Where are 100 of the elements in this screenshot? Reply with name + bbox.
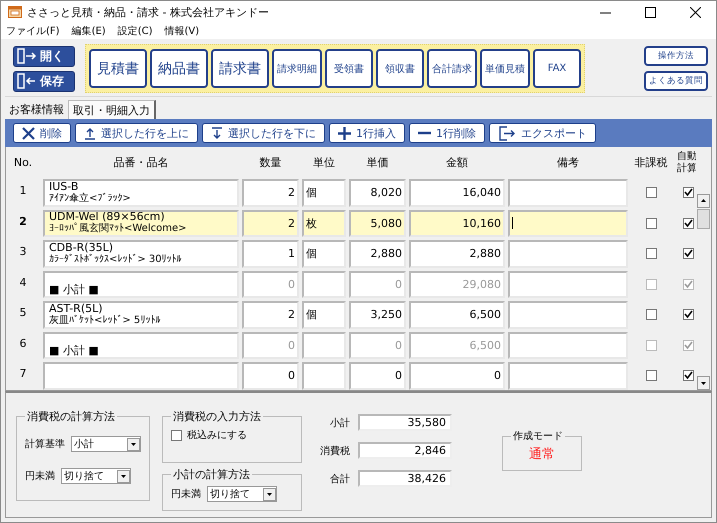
auto-calc-checkbox[interactable] <box>682 340 694 351</box>
auto-calc-checkbox[interactable] <box>682 187 694 198</box>
tax-exempt-checkbox[interactable] <box>646 218 656 229</box>
action-button[interactable]: 削除 <box>13 123 71 144</box>
item-name-field[interactable]: ■ 小計 ■ <box>43 270 239 298</box>
window-title: ささっと見積・納品・請求 - 株式会社アキンドー <box>27 4 269 20</box>
action-button[interactable]: 1行挿入 <box>329 123 405 144</box>
note-field[interactable] <box>508 362 628 390</box>
amount-field[interactable]: 2,880 <box>409 240 505 268</box>
field-label: 計算基準 <box>25 438 65 451</box>
unit-price-field[interactable]: 3,250 <box>349 301 406 329</box>
dropdown[interactable]: 切り捨て <box>207 486 277 502</box>
auto-calc-checkbox[interactable] <box>682 309 694 320</box>
unit-field[interactable] <box>302 362 346 390</box>
tax-exempt-checkbox[interactable] <box>646 278 656 290</box>
door-arrow-icon <box>17 48 37 64</box>
tax-exempt-checkbox[interactable] <box>646 340 656 351</box>
tax-included-checkbox[interactable] <box>171 430 182 440</box>
document-button[interactable]: 合計請求 <box>427 49 477 88</box>
menu-item[interactable]: 設定(C) <box>118 24 152 38</box>
menu-item[interactable]: 編集(E) <box>72 24 106 38</box>
dropdown[interactable]: 小計 <box>71 436 141 452</box>
total-value-field: 35,580 <box>358 414 452 431</box>
amount-field[interactable]: 16,040 <box>409 179 505 207</box>
note-field[interactable] <box>508 210 628 238</box>
app-icon <box>8 6 22 18</box>
quantity-field[interactable]: 2 <box>242 301 299 329</box>
action-button[interactable]: 選択した行を上に <box>75 123 198 144</box>
dropdown[interactable]: 切り捨て <box>61 468 131 484</box>
tax-exempt-checkbox[interactable] <box>646 370 656 382</box>
tax-exempt-checkbox[interactable] <box>646 248 656 260</box>
unit-price-field[interactable]: 0 <box>349 362 406 390</box>
item-name-field[interactable]: ■ 小計 ■ <box>43 332 239 360</box>
unit-field[interactable] <box>302 332 346 360</box>
amount-field[interactable]: 10,160 <box>409 210 505 238</box>
item-name-field[interactable]: UDM-Wel (89×56cm) ﾖｰﾛｯﾊﾟ風玄関ﾏｯﾄ<Welcome> <box>43 210 239 238</box>
plus-icon <box>338 126 351 140</box>
document-button[interactable]: 納品書 <box>150 49 208 88</box>
tax-exempt-checkbox[interactable] <box>646 309 656 320</box>
tab[interactable]: お客様情報 <box>5 100 68 120</box>
row-number: 6 <box>18 336 28 352</box>
document-button[interactable]: 請求書 <box>211 49 269 88</box>
auto-calc-checkbox[interactable] <box>682 248 694 260</box>
total-label: 消費税 <box>319 444 350 458</box>
tab[interactable]: 取引・明細入力 <box>68 100 156 120</box>
maximize-icon[interactable] <box>645 6 656 18</box>
document-button[interactable]: 領収書 <box>376 49 424 88</box>
unit-field[interactable]: 個 <box>302 301 346 329</box>
note-field[interactable] <box>508 301 628 329</box>
quantity-field[interactable]: 1 <box>242 240 299 268</box>
note-field[interactable] <box>508 332 628 360</box>
item-name-field[interactable] <box>43 362 239 390</box>
column-header: 金額 <box>445 157 469 170</box>
unit-field[interactable]: 個 <box>302 179 346 207</box>
action-button[interactable]: エクスポート <box>489 123 596 144</box>
action-button[interactable]: 1行削除 <box>409 123 485 144</box>
unit-field[interactable] <box>302 270 346 298</box>
action-button[interactable]: 選択した行を下に <box>202 123 325 144</box>
menu-item[interactable]: 情報(V) <box>164 24 200 38</box>
amount-field[interactable]: 0 <box>409 362 505 390</box>
auto-calc-checkbox[interactable] <box>682 218 694 229</box>
scroll-down-icon[interactable] <box>697 376 710 390</box>
item-name-field[interactable]: IUS-B ｱｲｱﾝ傘立<ﾌﾞﾗｯｸ> <box>43 179 239 207</box>
door-arrow-icon <box>17 73 37 90</box>
scroll-up-icon[interactable] <box>697 194 710 208</box>
note-field[interactable] <box>508 270 628 298</box>
unit-field[interactable]: 枚 <box>302 210 346 238</box>
item-name-field[interactable]: AST-R(5L) 灰皿ﾊﾞｹｯﾄ<ﾚｯﾄﾞ> 5ﾘｯﾄﾙ <box>43 301 239 329</box>
scroll-thumb[interactable] <box>697 209 710 230</box>
group-title: 消費税の入力方法 <box>172 409 262 424</box>
note-field[interactable] <box>508 240 628 268</box>
row-number: 3 <box>18 244 28 260</box>
unit-field[interactable]: 個 <box>302 240 346 268</box>
minus-icon <box>418 131 431 136</box>
quantity-field[interactable]: 2 <box>242 179 299 207</box>
item-name-field[interactable]: CDB-R(35L) ｶﾗｰﾀﾞｽﾄﾎﾞｯｸｽ<ﾚｯﾄﾞ> 30ﾘｯﾄﾙ <box>43 240 239 268</box>
auto-calc-checkbox[interactable] <box>682 278 694 290</box>
menu-item[interactable]: ファイル(F) <box>6 24 60 38</box>
unit-price-field[interactable]: 2,880 <box>349 240 406 268</box>
help-button[interactable]: 操作方法 <box>644 46 708 66</box>
file-button[interactable]: 開く <box>13 46 75 67</box>
quantity-field[interactable]: 2 <box>242 210 299 238</box>
document-button[interactable]: 見積書 <box>89 49 147 88</box>
help-button[interactable]: よくある質問 <box>644 71 708 92</box>
document-button[interactable]: 単価見積 <box>480 49 530 88</box>
file-button[interactable]: 保存 <box>13 70 75 92</box>
total-value-field: 38,426 <box>358 470 452 487</box>
document-button[interactable]: 請求明細 <box>272 49 322 88</box>
amount-field[interactable]: 6,500 <box>409 301 505 329</box>
unit-price-field[interactable]: 8,020 <box>349 179 406 207</box>
close-icon[interactable] <box>690 6 701 18</box>
document-button[interactable]: 受領書 <box>325 49 373 88</box>
quantity-field[interactable]: 0 <box>242 362 299 390</box>
tax-exempt-checkbox[interactable] <box>646 187 656 198</box>
auto-calc-checkbox[interactable] <box>682 370 694 382</box>
unit-price-field[interactable]: 5,080 <box>349 210 406 238</box>
group-title: 消費税の計算方法 <box>26 409 116 424</box>
document-button[interactable]: FAX <box>533 49 581 88</box>
note-field[interactable] <box>508 179 628 207</box>
row-number: 7 <box>18 366 28 382</box>
